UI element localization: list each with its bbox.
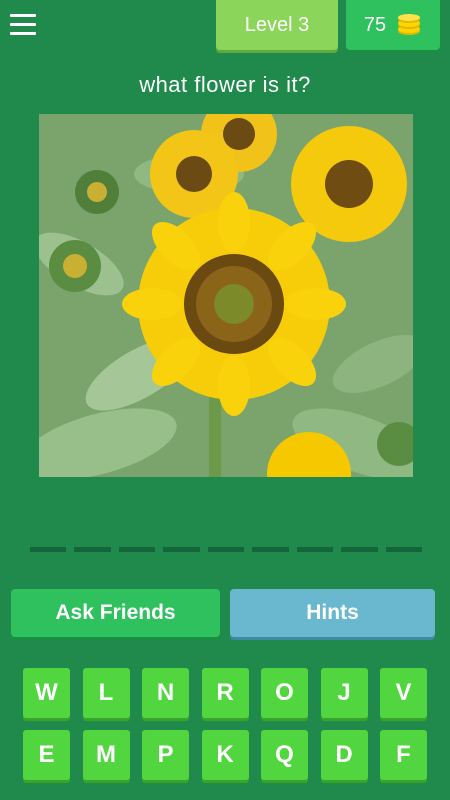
letter-key[interactable]: P xyxy=(142,730,189,780)
letter-keyboard: W L N R O J V E M P K Q D F xyxy=(23,668,429,780)
answer-slot[interactable] xyxy=(296,547,334,552)
hints-label: Hints xyxy=(306,601,359,624)
menu-icon[interactable] xyxy=(10,14,36,36)
ask-friends-label: Ask Friends xyxy=(55,601,176,624)
letter-key[interactable]: F xyxy=(380,730,427,780)
answer-slots xyxy=(30,547,422,553)
letter-key[interactable]: V xyxy=(380,668,427,718)
letter-key[interactable]: O xyxy=(261,668,308,718)
letter-key[interactable]: M xyxy=(82,730,130,780)
ask-friends-button[interactable]: Ask Friends xyxy=(11,589,220,637)
answer-slot[interactable] xyxy=(341,547,378,552)
letter-key[interactable]: R xyxy=(201,668,249,718)
letter-key[interactable]: N xyxy=(142,668,189,718)
question-text: what flower is it? xyxy=(139,72,311,97)
letter-key[interactable]: K xyxy=(201,730,249,780)
answer-slot[interactable] xyxy=(385,547,422,552)
letter-key[interactable]: Q xyxy=(261,730,308,780)
level-indicator: Level 3 xyxy=(216,0,338,50)
answer-slot[interactable] xyxy=(118,547,156,552)
level-label: Level 3 xyxy=(244,13,310,36)
letter-key[interactable]: D xyxy=(320,730,368,780)
hints-button[interactable]: Hints xyxy=(230,589,435,637)
coin-stack-icon xyxy=(398,14,421,35)
answer-slot[interactable] xyxy=(30,547,67,552)
answer-slot[interactable] xyxy=(74,547,111,552)
coins-counter[interactable]: 75 xyxy=(346,0,440,50)
letter-key[interactable]: J xyxy=(320,668,368,718)
sunflower-photo xyxy=(39,114,413,477)
coins-value: 75 xyxy=(363,13,387,36)
answer-slot[interactable] xyxy=(207,547,245,552)
answer-slot[interactable] xyxy=(252,547,289,552)
answer-slot[interactable] xyxy=(163,547,200,552)
letter-key[interactable]: L xyxy=(82,668,130,718)
letter-key[interactable]: W xyxy=(23,668,70,718)
letter-key[interactable]: E xyxy=(23,730,70,780)
